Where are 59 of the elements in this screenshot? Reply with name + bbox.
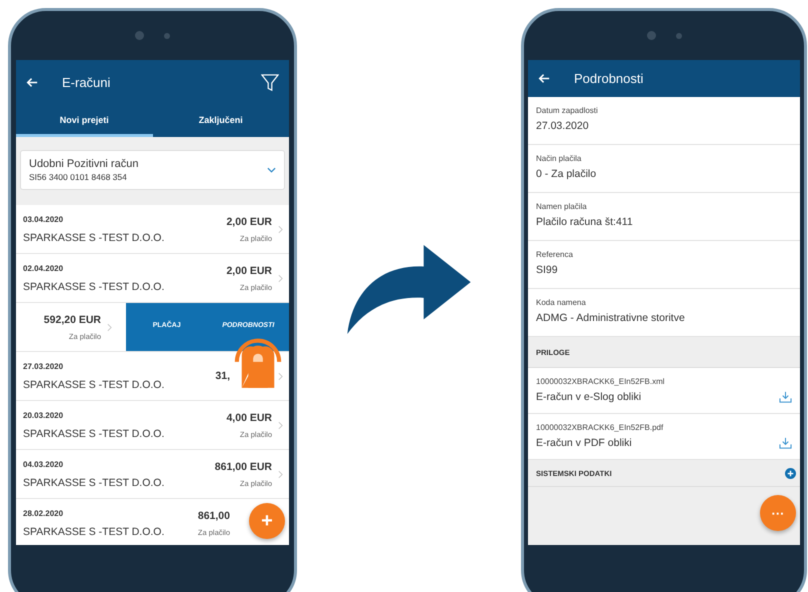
chevron-down-icon [267,167,276,173]
download-icon[interactable] [779,391,792,403]
sensor-icon [164,32,170,38]
attachment-filename: 10000032XBRACKK6_EIn52FB.pdf [536,423,664,432]
attachment-row[interactable]: 10000032XBRACKK6_EIn52FB.pdf E-račun v PDF obliki [528,414,800,460]
bill-date: 03.04.2020 [23,214,64,224]
field-label: Namen plačila [536,202,588,211]
bill-date: 04.03.2020 [23,460,64,468]
account-name: Udobni Pozitivni račun [29,158,140,170]
bill-date: 28.02.2020 [23,508,64,518]
back-arrow-icon[interactable] [26,77,38,88]
back-arrow-icon[interactable] [538,73,550,84]
field-value: 27.03.2020 [536,120,590,132]
curved-arrow-icon [345,243,473,336]
bill-amount: 861,00 EUR [214,460,272,472]
account-selector[interactable]: Udobni Pozitivni račun SI56 3400 0101 8468 354 [20,150,285,190]
expand-plus-icon[interactable] [785,468,796,478]
field-value: ADMG - Administrativne storitve [536,312,686,324]
attachment-row[interactable]: 10000032XBRACKK6_EIn52FB.xml E-račun v e-Slog obliki [528,368,800,414]
chevron-right-icon [107,322,112,332]
bill-payee: SPARKASSE S -TEST D.O.O. [23,232,166,244]
bill-amount: 861,00 [198,510,230,522]
bill-amount: 2,00 EUR [226,216,272,228]
bill-payee: SPARKASSE S -TEST D.O.O. [23,280,166,292]
bill-date: 27.03.2020 [23,362,64,370]
download-icon[interactable] [779,437,792,449]
field-label: Datum zapadlosti [536,106,599,115]
bill-payee: SPARKASSE S -TEST D.O.O. [23,526,166,538]
chevron-right-icon [278,224,283,234]
field-label: Referenca [536,250,574,259]
bill-amount: 31, [215,370,230,382]
attachment-description: E-račun v e-Slog obliki [536,391,642,403]
field-value: 0 - Za plačilo [536,168,598,180]
bill-amount: 4,00 EUR [226,412,272,424]
bill-amount: 592,20 EUR [44,314,101,326]
field-value: Plačilo računa št:411 [536,216,634,228]
chevron-right-icon [278,274,283,282]
sensor-icon [676,32,682,38]
field-label: Koda namena [536,298,587,307]
attachment-description: E-račun v PDF obliki [536,437,633,449]
screen-title: E-računi [62,75,112,90]
camera-icon [646,31,656,40]
bill-date: 20.03.2020 [23,410,64,420]
chevron-right-icon [278,470,283,478]
bill-amount: 2,00 EUR [226,264,272,276]
account-iban: SI56 3400 0101 8468 354 [29,172,128,182]
chevron-right-icon [278,372,283,380]
chevron-right-icon [278,420,283,430]
attachment-filename: 10000032XBRACKK6_EIn52FB.xml [536,377,666,386]
field-label: Način plačila [536,154,582,163]
bill-payee: SPARKASSE S -TEST D.O.O. [23,476,166,488]
screen-title: Podrobnosti [574,71,644,86]
bill-payee: SPARKASSE S -TEST D.O.O. [23,428,166,440]
bill-date: 02.04.2020 [23,264,64,272]
tab[interactable]: Zaključeni [152,105,289,137]
filter-icon[interactable] [261,74,279,92]
camera-icon [135,31,144,40]
bill-payee: SPARKASSE S -TEST D.O.O. [23,378,166,390]
field-value: SI99 [536,264,559,276]
